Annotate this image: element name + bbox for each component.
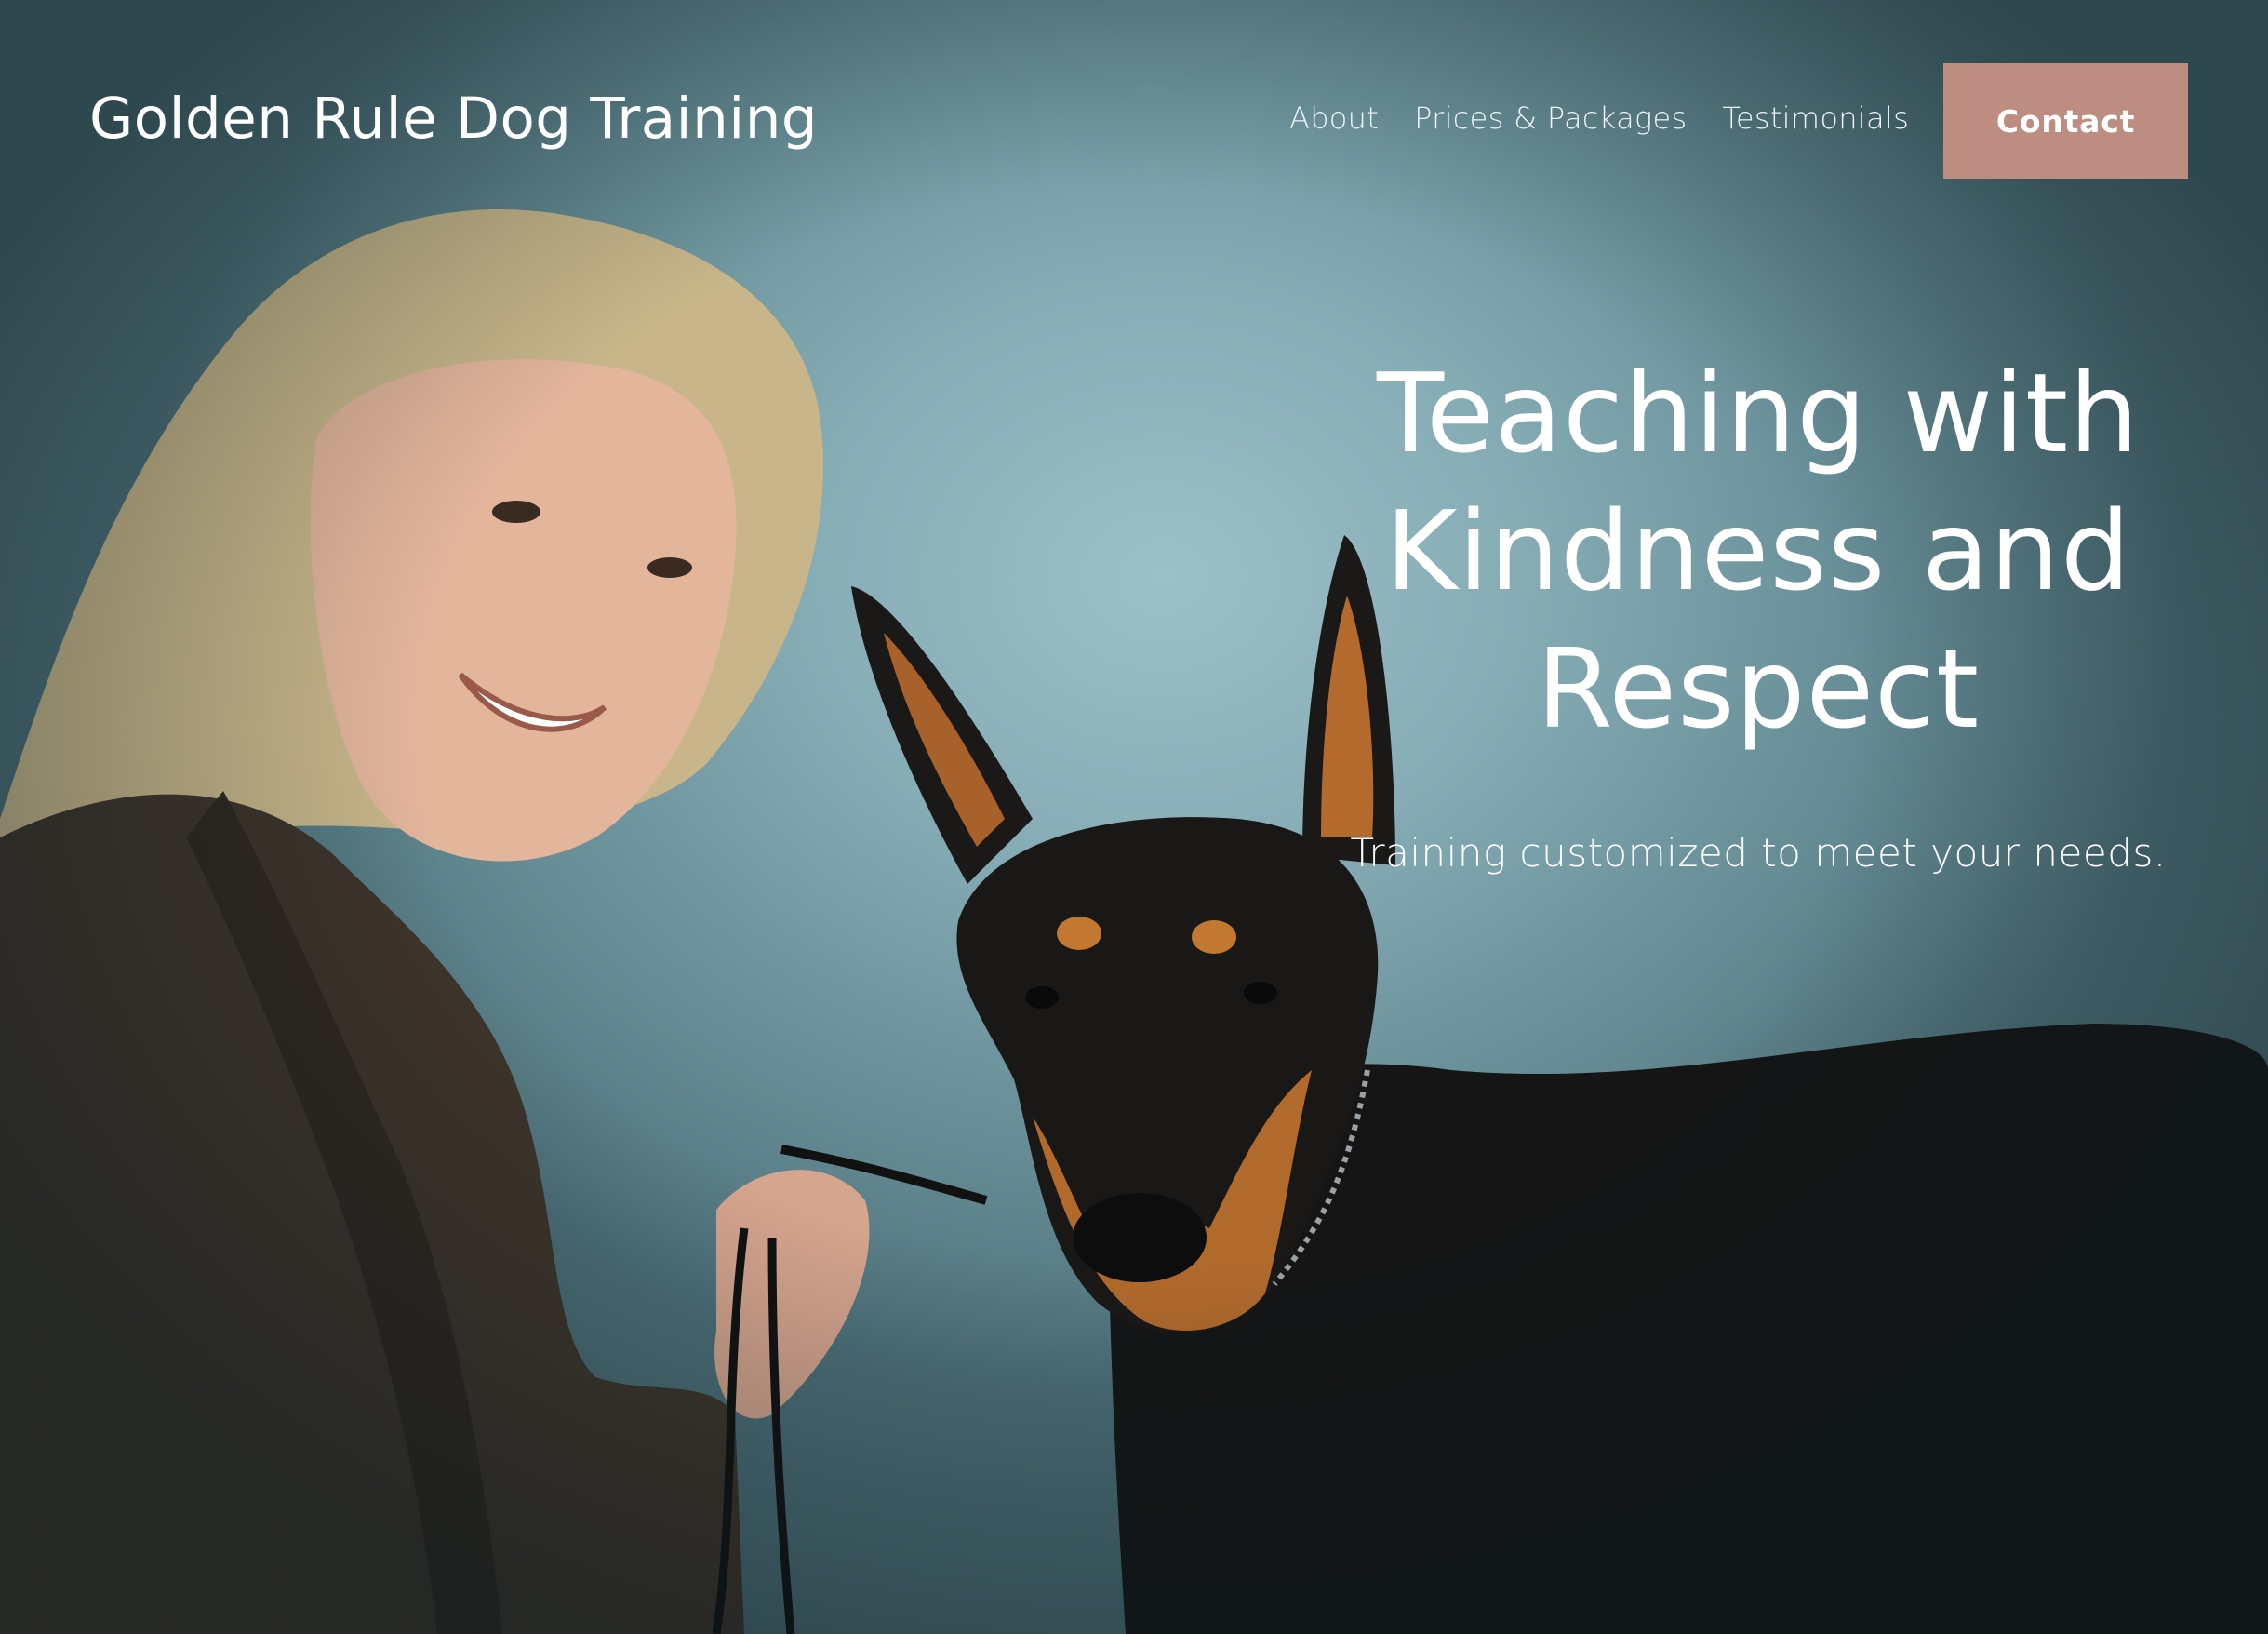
nav-link-testimonials[interactable]: Testimonials [1722,100,1909,136]
hero-headline-line-2: Kindness and [1385,487,2131,615]
nav-link-about[interactable]: About [1289,100,1379,136]
hero-headline: Teaching with Kindness and Respect [1321,344,2195,757]
hero-headline-line-1: Teaching with [1377,349,2140,477]
site-title[interactable]: Golden Rule Dog Training [89,86,818,152]
main-nav: About Prices & Packages Testimonials [1289,100,1909,136]
hero-headline-line-3: Respect [1536,624,1981,753]
hero-subheadline: Training customized to meet your needs. [1350,830,2167,876]
contact-button[interactable]: Contact [1943,63,2188,179]
page: Golden Rule Dog Training About Prices & … [0,0,2268,1634]
hero-text: Teaching with Kindness and Respect Train… [1321,344,2195,876]
nav-link-prices-packages[interactable]: Prices & Packages [1414,100,1687,136]
site-header: Golden Rule Dog Training About Prices & … [0,0,2268,242]
